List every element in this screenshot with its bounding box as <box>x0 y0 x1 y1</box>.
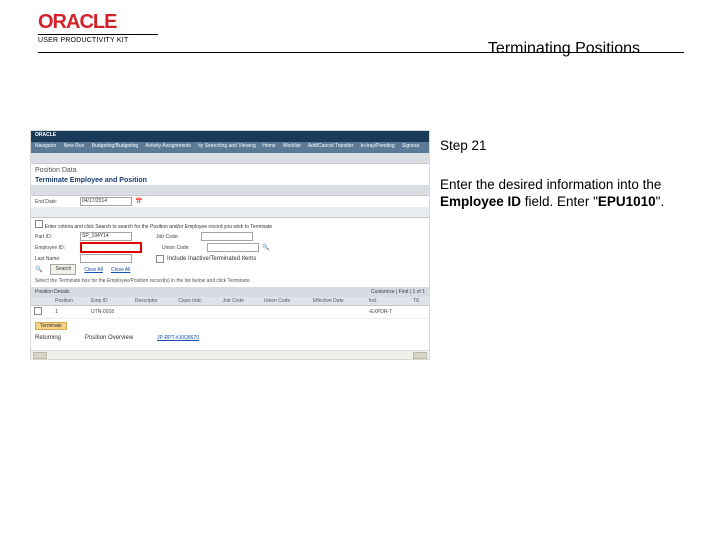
col: Incl. <box>366 297 411 306</box>
terminate-button[interactable]: Terminate <box>35 322 67 330</box>
nav-item[interactable]: In-tray/Pending <box>361 143 395 149</box>
filter-header <box>31 185 429 196</box>
section-title: Terminate Employee and Position <box>35 177 425 184</box>
scrollbar-thumb-left[interactable] <box>33 352 47 359</box>
position-overview-label: Position Overview <box>85 335 133 341</box>
nav-item[interactable]: Activity Assignments <box>145 143 191 149</box>
close-all-link[interactable]: Close All <box>111 267 130 273</box>
include-inactive-label: Include Inactive/Terminated Items <box>167 256 256 262</box>
returning-label: Returning <box>35 335 61 341</box>
header-divider <box>38 52 684 53</box>
app-screenshot: ORACLE Navigator New Run Budgeting/Budge… <box>30 130 430 360</box>
col: Job Code <box>220 297 261 306</box>
cell <box>410 306 429 319</box>
table-row[interactable]: 1 UTN-0018 -EXPDR-T <box>31 306 429 319</box>
oracle-logo: ORACLE USER PRODUCTIVITY KIT <box>38 12 158 44</box>
cell: UTN-0018 <box>88 306 132 319</box>
end-date-label: End Date: <box>35 199 77 205</box>
nav-item[interactable]: Home <box>262 143 275 149</box>
clear-all-link[interactable]: Clear All <box>84 267 103 273</box>
employee-id-label: Employee ID: <box>35 245 77 251</box>
horizontal-scrollbar[interactable] <box>31 350 429 359</box>
union-code-field[interactable] <box>207 243 259 252</box>
page-title: Terminating Positions <box>488 40 640 58</box>
search-hint: Enter criteria and click Search to searc… <box>45 224 273 230</box>
col: Effective Date <box>310 297 366 306</box>
step-number: Step 21 <box>440 138 700 155</box>
end-date-field[interactable]: 04/17/2014 <box>80 197 132 206</box>
cell: 1 <box>52 306 88 319</box>
instruction-post: ". <box>656 194 665 209</box>
results-table: Position Emp ID Descriptor Class Indc Jo… <box>31 297 429 319</box>
col: Position <box>52 297 88 306</box>
include-inactive-checkbox[interactable] <box>156 255 164 263</box>
step-instruction: Enter the desired information into the E… <box>440 177 700 211</box>
part-id-label: Part ID: <box>35 234 77 240</box>
logo-subtext: USER PRODUCTIVITY KIT <box>38 34 158 44</box>
cell <box>261 306 310 319</box>
cell <box>175 306 219 319</box>
lookup-icon[interactable]: 🔍 <box>262 244 269 251</box>
col <box>31 297 52 306</box>
nav-item[interactable]: ity Searching and Viewing <box>198 143 255 149</box>
col: Union Code <box>261 297 310 306</box>
job-code-field[interactable] <box>201 232 253 241</box>
nav-item[interactable]: Signout <box>402 143 419 149</box>
last-name-label: Last Name: <box>35 256 77 262</box>
nav-item[interactable]: Navigator <box>35 143 56 149</box>
calendar-icon[interactable]: 📅 <box>135 198 142 205</box>
app-navbar: Navigator New Run Budgeting/Budgeting Ac… <box>31 142 429 153</box>
app-brand: ORACLE <box>31 131 429 142</box>
cell <box>310 306 366 319</box>
instruction-mid: field. Enter " <box>521 194 598 209</box>
criteria-checkbox[interactable] <box>35 220 43 228</box>
union-code-label: Union Code: <box>162 245 204 251</box>
cell: -EXPDR-T <box>366 306 411 319</box>
part-id-field[interactable]: SP_194Y14 <box>80 232 132 241</box>
last-name-field[interactable] <box>80 254 132 263</box>
instruction-bold-field: Employee ID <box>440 194 521 209</box>
page-header: ORACLE USER PRODUCTIVITY KIT Terminating… <box>38 12 680 50</box>
breadcrumb-bar <box>31 153 429 164</box>
col: TE <box>410 297 429 306</box>
nav-item[interactable]: Budgeting/Budgeting <box>92 143 138 149</box>
search-button[interactable]: Search <box>50 264 76 275</box>
instruction-pre: Enter the desired information into the <box>440 177 661 192</box>
nav-item[interactable]: Worklist <box>283 143 301 149</box>
section-label: Position Data <box>35 167 425 174</box>
results-pager[interactable]: Customize | Find | 1 of 1 <box>371 289 425 295</box>
nav-item[interactable]: Add/Cancel Transfer <box>308 143 354 149</box>
job-code-label: Job Code: <box>156 234 198 240</box>
instruction-bold-code: EPU1010 <box>598 194 656 209</box>
results-band: Position Details Customize | Find | 1 of… <box>31 287 429 297</box>
results-title: Position Details <box>35 289 69 295</box>
search-subheader <box>31 207 429 218</box>
row-checkbox[interactable] <box>34 307 42 315</box>
step-panel: Step 21 Enter the desired information in… <box>440 138 700 211</box>
scrollbar-thumb-right[interactable] <box>413 352 427 359</box>
cell <box>220 306 261 319</box>
col: Descriptor <box>132 297 175 306</box>
col: Emp ID <box>88 297 132 306</box>
nav-item[interactable]: New Run <box>64 143 85 149</box>
search-icon: 🔍 <box>35 266 42 273</box>
logo-word: ORACLE <box>38 12 158 32</box>
position-link[interactable]: JP-RPT-#J0Q8670 <box>157 335 199 341</box>
cell <box>132 306 175 319</box>
employee-id-field[interactable] <box>80 242 142 253</box>
terminate-note: Select the Terminate box for the Employe… <box>35 278 425 284</box>
col: Class Indc <box>175 297 219 306</box>
